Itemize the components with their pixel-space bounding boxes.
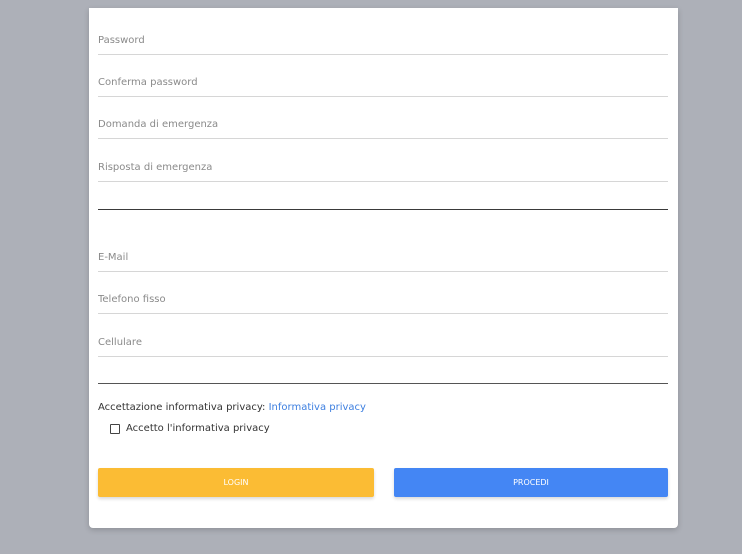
registration-form-card: Accettazione informativa privacy: Inform… (89, 8, 678, 528)
password-field[interactable] (98, 26, 668, 54)
procedi-button[interactable]: PROCEDI (394, 468, 668, 497)
mobile-phone-field-wrapper (98, 328, 668, 357)
privacy-policy-link[interactable]: Informativa privacy (269, 402, 366, 413)
section-divider (98, 209, 668, 210)
confirm-password-field-wrapper (98, 68, 668, 97)
emergency-answer-field[interactable] (98, 153, 668, 181)
accept-privacy-checkbox[interactable] (110, 423, 120, 434)
email-field-wrapper (98, 243, 668, 272)
password-field-wrapper (98, 26, 668, 55)
confirm-password-field[interactable] (98, 68, 668, 96)
page-background: Accettazione informativa privacy: Inform… (0, 0, 742, 554)
login-button[interactable]: LOGIN (98, 468, 374, 497)
accept-privacy-label: Accetto l'informativa privacy (126, 423, 270, 434)
accept-privacy-checkbox-row[interactable]: Accetto l'informativa privacy (110, 423, 270, 434)
emergency-answer-field-wrapper (98, 153, 668, 182)
email-field[interactable] (98, 243, 668, 271)
section-divider-bottom (98, 383, 668, 384)
privacy-acceptance-line: Accettazione informativa privacy: Inform… (98, 402, 366, 413)
landline-phone-field[interactable] (98, 285, 668, 313)
mobile-phone-field[interactable] (98, 328, 668, 356)
emergency-question-field[interactable] (98, 110, 668, 138)
privacy-label: Accettazione informativa privacy: (98, 402, 266, 413)
emergency-question-field-wrapper (98, 110, 668, 139)
landline-phone-field-wrapper (98, 285, 668, 314)
